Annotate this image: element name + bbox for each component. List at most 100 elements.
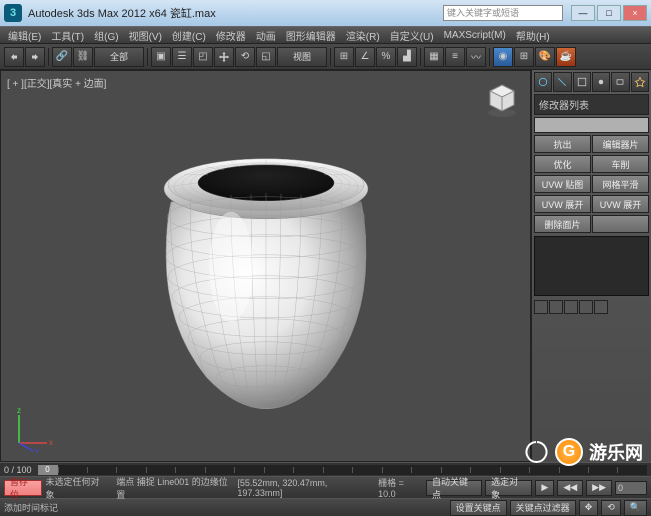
unlink-button[interactable]: ⛓ — [73, 47, 93, 67]
menu-create[interactable]: 创建(C) — [168, 28, 210, 43]
nav-pan-button[interactable]: ✥ — [579, 500, 599, 516]
rotate-button[interactable]: ⟲ — [235, 47, 255, 67]
select-all-dropdown[interactable]: 全部 — [94, 47, 144, 67]
motion-tab[interactable] — [592, 72, 610, 92]
nav-orbit-button[interactable]: ⟲ — [601, 500, 621, 516]
svg-text:x: x — [49, 438, 53, 447]
menu-custom[interactable]: 自定义(U) — [386, 28, 438, 43]
move-button[interactable] — [214, 47, 234, 67]
menu-edit[interactable]: 编辑(E) — [4, 28, 45, 43]
select-name-button[interactable]: ☰ — [172, 47, 192, 67]
pin-stack-icon[interactable] — [534, 300, 548, 314]
viewport-label[interactable]: [ + ][正交][真实 + 边面] — [7, 75, 106, 90]
menu-tools[interactable]: 工具(T) — [47, 28, 88, 43]
modifier-stack[interactable] — [534, 236, 649, 296]
timeline-track[interactable]: 0 — [38, 465, 647, 475]
view-dropdown[interactable]: 视图 — [277, 47, 327, 67]
material-button[interactable]: ◉ — [493, 47, 513, 67]
menu-bar: 编辑(E) 工具(T) 组(G) 视图(V) 创建(C) 修改器 动画 图形编辑… — [0, 26, 651, 44]
close-button[interactable]: × — [623, 5, 647, 21]
viewcube-icon[interactable] — [482, 79, 522, 119]
modifier-list-label: 修改器列表 — [534, 94, 649, 115]
show-end-icon[interactable] — [549, 300, 563, 314]
make-unique-icon[interactable] — [564, 300, 578, 314]
menu-help[interactable]: 帮助(H) — [512, 28, 554, 43]
selection-status: 未选定任何对象 — [45, 475, 107, 501]
select-button[interactable]: ▣ — [151, 47, 171, 67]
hold-button[interactable]: 暂存位 — [4, 480, 42, 496]
viewport[interactable]: [ + ][正交][真实 + 边面] z x y — [0, 70, 531, 462]
selected-button[interactable]: 选定对象 — [485, 480, 532, 496]
watermark-text: 游乐网 — [589, 439, 643, 465]
frame-indicator: 0 / 100 — [4, 465, 32, 475]
config-icon[interactable] — [594, 300, 608, 314]
menu-maxscript[interactable]: MAXScript(M) — [440, 30, 510, 41]
select-region-button[interactable]: ◰ — [193, 47, 213, 67]
title-bar: 3 Autodesk 3ds Max 2012 x64 瓷缸.max 键入关键字… — [0, 0, 651, 26]
add-time-label[interactable]: 添加时间标记 — [4, 501, 58, 514]
display-tab[interactable] — [611, 72, 629, 92]
scale-button[interactable]: ◱ — [256, 47, 276, 67]
set-key-button[interactable]: 设置关键点 — [450, 500, 507, 516]
play-button[interactable]: ▶ — [535, 480, 554, 496]
timeline-marker[interactable]: 0 — [38, 465, 58, 475]
menu-modifiers[interactable]: 修改器 — [212, 28, 250, 43]
command-panel: 修改器列表 抗出 编辑器片 优化 车削 UVW 贴图 网格平滑 UVW 展开 U… — [531, 70, 651, 462]
auto-key-button[interactable]: 自动关键点 — [426, 480, 482, 496]
panel-btn-uvw-unwrap2[interactable]: UVW 展开 — [592, 195, 649, 213]
render-setup-button[interactable]: ⊞ — [514, 47, 534, 67]
coords-value: [55.52mm, 320.47mm, 197.33mm] — [237, 478, 372, 498]
minimize-button[interactable]: — — [571, 5, 595, 21]
search-input[interactable]: 键入关键字或短语 — [443, 5, 563, 21]
panel-btn-optimize[interactable]: 优化 — [534, 155, 591, 173]
maximize-button[interactable]: □ — [597, 5, 621, 21]
link-button[interactable]: 🔗 — [52, 47, 72, 67]
menu-group[interactable]: 组(G) — [90, 28, 122, 43]
psnap-button[interactable]: % — [376, 47, 396, 67]
next-frame-button[interactable]: ▶▶ — [586, 480, 612, 496]
key-filter-button[interactable]: 关键点过滤器 — [510, 500, 576, 516]
panel-btn-edit-patch[interactable]: 编辑器片 — [592, 135, 649, 153]
grid-label: 栅格 = 10.0 — [378, 476, 423, 499]
panel-btn-meshsmooth[interactable]: 网格平滑 — [592, 175, 649, 193]
layer-button[interactable]: ≡ — [445, 47, 465, 67]
create-tab[interactable] — [534, 72, 552, 92]
curve-button[interactable]: 〰 — [466, 47, 486, 67]
redo-button[interactable] — [25, 47, 45, 67]
panel-btn-uvw-map[interactable]: UVW 贴图 — [534, 175, 591, 193]
panel-btn-extrude[interactable]: 抗出 — [534, 135, 591, 153]
utilities-tab[interactable] — [631, 72, 649, 92]
render-button[interactable]: ☕ — [556, 47, 576, 67]
render-frame-button[interactable]: 🎨 — [535, 47, 555, 67]
panel-btn-delete-patch[interactable]: 删除面片 — [534, 215, 591, 233]
panel-btn-lathe[interactable]: 车削 — [592, 155, 649, 173]
modify-tab[interactable] — [553, 72, 571, 92]
menu-graph[interactable]: 图形编辑器 — [282, 28, 340, 43]
remove-mod-icon[interactable] — [579, 300, 593, 314]
watermark-logo-icon: G — [555, 438, 583, 466]
snap-button[interactable]: ⊞ — [334, 47, 354, 67]
nav-zoom-button[interactable]: 🔍 — [624, 500, 647, 516]
undo-button[interactable] — [4, 47, 24, 67]
svg-text:y: y — [35, 446, 39, 453]
main-toolbar: 🔗 ⛓ 全部 ▣ ☰ ◰ ⟲ ◱ 视图 ⊞ ∠ % ▟ ▦ ≡ 〰 ◉ ⊞ 🎨 … — [0, 44, 651, 70]
vase-model[interactable] — [136, 127, 396, 417]
panel-btn-empty[interactable] — [592, 215, 649, 233]
mirror-button[interactable]: ▟ — [397, 47, 417, 67]
menu-animation[interactable]: 动画 — [252, 28, 280, 43]
app-icon: 3 — [4, 4, 22, 22]
prev-frame-button[interactable]: ◀◀ — [557, 480, 583, 496]
modifier-dropdown[interactable] — [534, 117, 649, 133]
watermark: G 游乐网 — [525, 438, 643, 466]
menu-view[interactable]: 视图(V) — [125, 28, 166, 43]
window-title: Autodesk 3ds Max 2012 x64 瓷缸.max — [28, 5, 443, 21]
status-bar-2: 添加时间标记 设置关键点 关键点过滤器 ✥ ⟲ 🔍 — [0, 498, 651, 516]
watermark-swirl-icon — [525, 440, 549, 464]
panel-btn-uvw-unwrap1[interactable]: UVW 展开 — [534, 195, 591, 213]
asnap-button[interactable]: ∠ — [355, 47, 375, 67]
frame-input[interactable] — [615, 481, 647, 495]
coords-label: 端点 捕捉 Line001 的边缘位置 — [116, 475, 234, 501]
menu-render[interactable]: 渲染(R) — [342, 28, 384, 43]
hierarchy-tab[interactable] — [573, 72, 591, 92]
align-button[interactable]: ▦ — [424, 47, 444, 67]
